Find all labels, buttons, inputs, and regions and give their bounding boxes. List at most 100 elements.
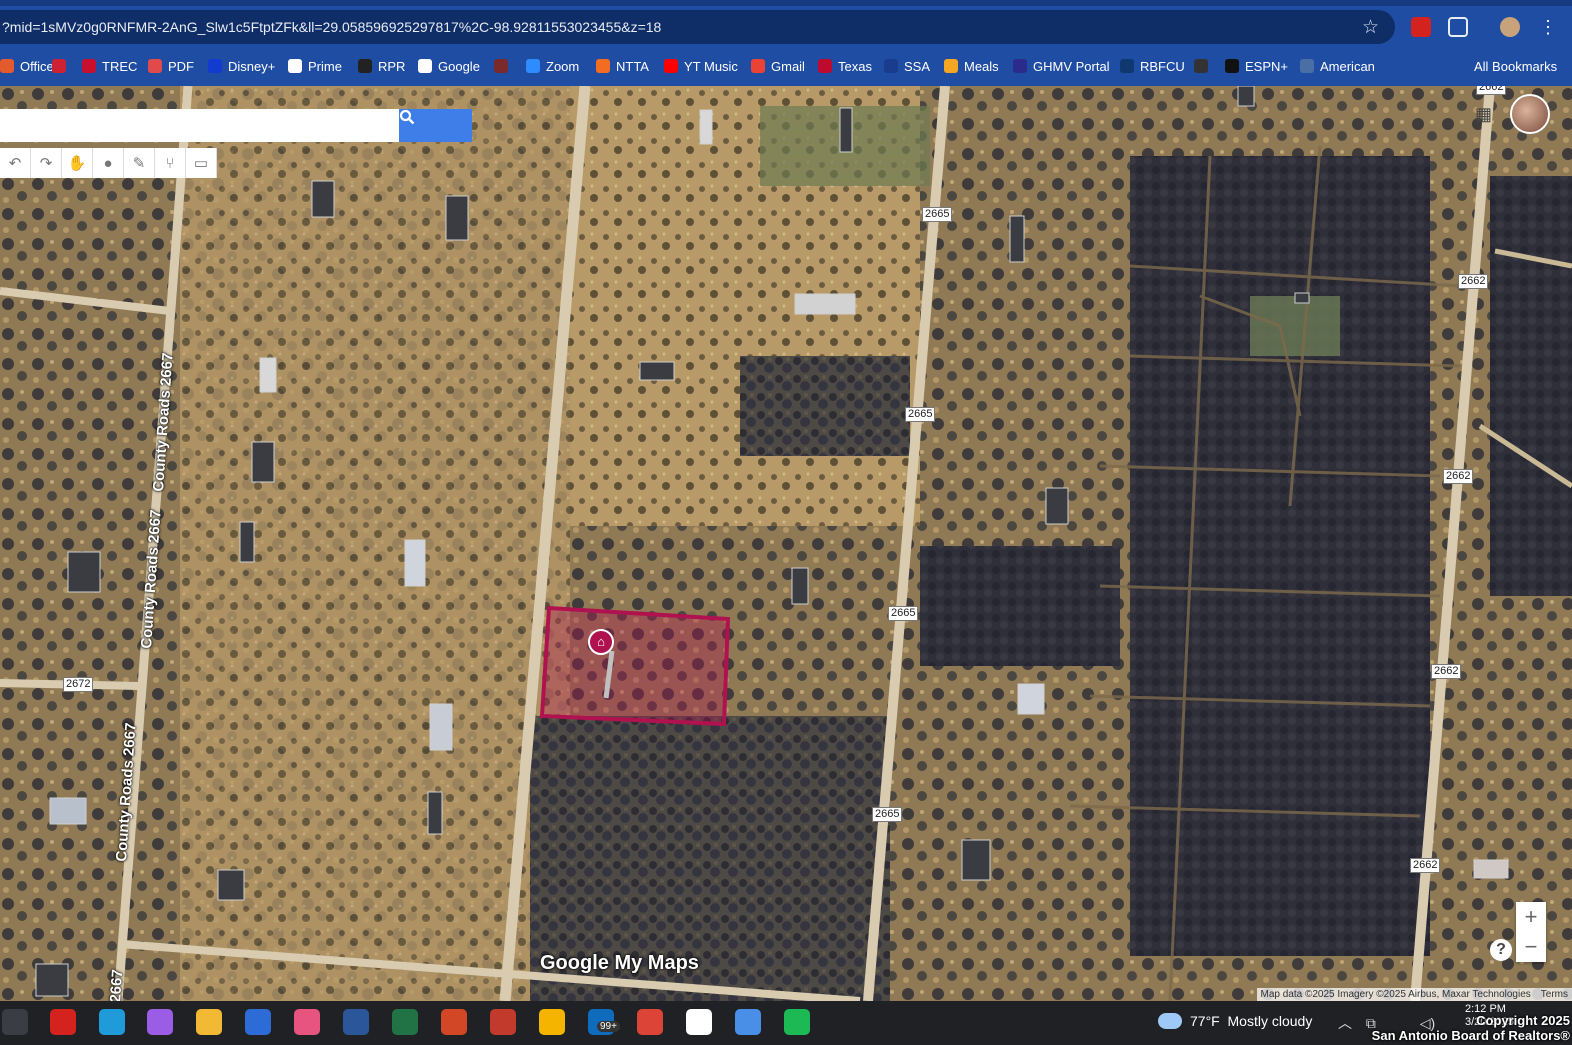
bookmarks-bar: Office TREC PDF Disney+ Prime RPR Google Zoom NT…	[0, 48, 1572, 86]
bookmark-item[interactable]	[52, 56, 72, 76]
photos-icon[interactable]	[294, 1009, 320, 1035]
map-canvas[interactable]: 2665 2665 2665 2665 2662 2662 2662 2662 …	[0, 86, 1572, 1001]
apps-grid-icon[interactable]: ▦	[1475, 104, 1492, 125]
bookmark-label: GHMV Portal	[1033, 58, 1110, 74]
chevron-up-icon[interactable]: ︿	[1338, 1015, 1352, 1031]
home-marker-icon[interactable]: ⌂	[588, 629, 614, 655]
bookmark-item[interactable]: American	[1300, 56, 1375, 76]
acrobat-icon[interactable]	[50, 1009, 76, 1035]
bookmark-item[interactable]: RPR	[358, 56, 405, 76]
zoom-icon	[526, 59, 540, 73]
bookmark-item[interactable]: Office	[0, 56, 54, 76]
ytmusic-icon	[664, 59, 678, 73]
maps-icon[interactable]	[637, 1009, 663, 1035]
road-shield: 2662	[1476, 86, 1507, 95]
bookmark-item[interactable]: Texas	[818, 56, 872, 76]
copyright-line1: Copyright 2025	[1476, 1013, 1570, 1028]
bookmark-label: SSA	[904, 58, 931, 74]
globe-icon[interactable]	[735, 1009, 761, 1035]
ssa-icon	[884, 59, 898, 73]
parcel-outline	[539, 605, 731, 727]
tab-strip	[0, 0, 1572, 6]
bookmark-item[interactable]: Meals	[944, 56, 999, 76]
word-icon[interactable]	[343, 1009, 369, 1035]
bookmark-item[interactable]: GHMV Portal	[1013, 56, 1110, 76]
bookmark-label: RPR	[378, 58, 406, 74]
url-text[interactable]: ?mid=1sMVz0g0RNFMR-2AnG_Slw1c5FtptZFk&ll…	[2, 19, 661, 35]
directions-icon[interactable]: ⑂	[155, 148, 186, 178]
spotify-icon[interactable]	[784, 1009, 810, 1035]
bookmark-label: NTTA	[616, 58, 649, 74]
zoom-in-button[interactable]: +	[1516, 902, 1546, 932]
search-icon	[399, 109, 415, 125]
bookmark-icon	[494, 59, 508, 73]
amazon-icon	[288, 59, 302, 73]
bookmark-item[interactable]: ESPN+	[1225, 56, 1288, 76]
powerpoint-icon[interactable]	[441, 1009, 467, 1035]
weather-widget[interactable]: 77°F Mostly cloudy	[1158, 1013, 1312, 1029]
terms-link[interactable]: Terms	[1541, 989, 1568, 1000]
map-search-button[interactable]	[399, 109, 472, 142]
profile-avatar-icon[interactable]	[1500, 17, 1520, 37]
bookmark-item[interactable]: All Bookmarks	[1454, 56, 1557, 76]
trec-icon	[82, 59, 96, 73]
road-shield: 2662	[1431, 664, 1462, 679]
meals-icon	[944, 59, 958, 73]
acrobat-extension-icon[interactable]	[1411, 17, 1431, 37]
bookmark-item[interactable]: Gmail	[751, 56, 805, 76]
chrome-icon[interactable]	[539, 1009, 565, 1035]
bookmark-label: Texas	[838, 58, 872, 74]
star-icon[interactable]: ☆	[1362, 16, 1379, 39]
road-shield: 2665	[905, 407, 936, 422]
bookmark-item[interactable]: TREC	[82, 56, 137, 76]
zoom-out-button[interactable]: −	[1516, 932, 1546, 962]
copilot-icon[interactable]	[147, 1009, 173, 1035]
bookmark-label: ESPN+	[1245, 58, 1288, 74]
menu-icon[interactable]: ⋮	[1538, 17, 1558, 37]
help-icon[interactable]: ?	[1490, 939, 1512, 961]
redo-icon[interactable]: ↷	[31, 148, 62, 178]
windows-taskbar: 99+ 77°F Mostly cloudy ︿ ⧉ ◁) 2:12 PM 3/…	[0, 1001, 1572, 1045]
file-explorer-icon[interactable]	[196, 1009, 222, 1035]
marker-icon[interactable]: ●	[93, 148, 124, 178]
notepad-icon[interactable]	[686, 1009, 712, 1035]
road-shield: 2672	[63, 677, 94, 692]
excel-icon[interactable]	[392, 1009, 418, 1035]
bookmark-item[interactable]: NTTA	[596, 56, 649, 76]
draw-line-icon[interactable]: ✎	[124, 148, 155, 178]
task-view-icon[interactable]	[2, 1009, 28, 1035]
snipping-tool-icon[interactable]	[490, 1009, 516, 1035]
bookmark-item[interactable]: Disney+	[208, 56, 275, 76]
bookmark-item[interactable]: PDF	[148, 56, 194, 76]
cloud-icon	[1158, 1013, 1182, 1029]
address-bar[interactable]: ?mid=1sMVz0g0RNFMR-2AnG_Slw1c5FtptZFk&ll…	[0, 10, 1395, 44]
bookmark-label: TREC	[102, 58, 138, 74]
road-shield: 2665	[888, 606, 919, 621]
bookmark-item[interactable]	[1194, 56, 1214, 76]
hand-icon[interactable]: ✋	[62, 148, 93, 178]
bookmark-label: Office	[20, 58, 54, 74]
undo-icon[interactable]: ↶	[0, 148, 31, 178]
bookmark-item[interactable]: RBFCU	[1120, 56, 1185, 76]
circle-icon	[1194, 59, 1208, 73]
bookmark-item[interactable]: Google	[418, 56, 480, 76]
weather-desc: Mostly cloudy	[1227, 1013, 1313, 1029]
flag-icon	[52, 59, 66, 73]
extensions-icon[interactable]	[1448, 17, 1468, 37]
rbfcu-icon	[1120, 59, 1134, 73]
map-search-input[interactable]	[0, 109, 400, 142]
bookmark-item[interactable]: Zoom	[526, 56, 579, 76]
bookmark-item[interactable]: SSA	[884, 56, 930, 76]
ruler-icon[interactable]: ▭	[186, 148, 217, 178]
bookmark-item[interactable]: YT Music	[664, 56, 738, 76]
texas-icon	[818, 59, 832, 73]
account-avatar[interactable]	[1510, 94, 1550, 134]
disney-icon	[208, 59, 222, 73]
bookmark-item[interactable]: Prime	[288, 56, 342, 76]
bookmark-item[interactable]	[494, 56, 514, 76]
edge-icon[interactable]	[99, 1009, 125, 1035]
satellite-imagery[interactable]	[0, 86, 1572, 1001]
road-name-label: 2667	[107, 968, 127, 1001]
store-icon[interactable]	[245, 1009, 271, 1035]
map-toolbar: ↶ ↷ ✋ ● ✎ ⑂ ▭	[0, 148, 217, 178]
